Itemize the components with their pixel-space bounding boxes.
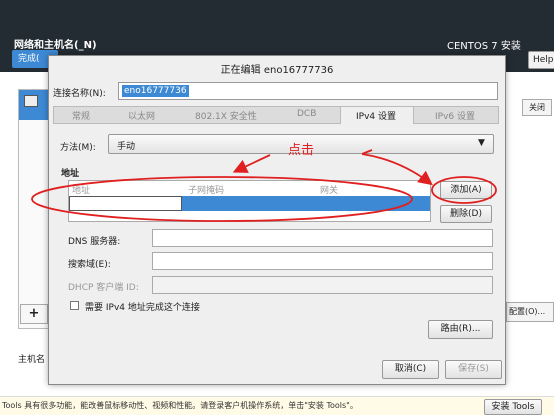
annotation-ellipse-table [31,176,413,222]
annotation-ellipse-add [431,176,497,204]
annotation-arrow-to-combo [330,150,362,154]
annotation-arrow-start [361,149,373,155]
annotation-click-text: 点击 [288,143,315,158]
annotation-arrow-to-table [232,154,271,173]
annotation-overlay [31,149,497,222]
annotation-arrow-to-add [361,153,433,186]
